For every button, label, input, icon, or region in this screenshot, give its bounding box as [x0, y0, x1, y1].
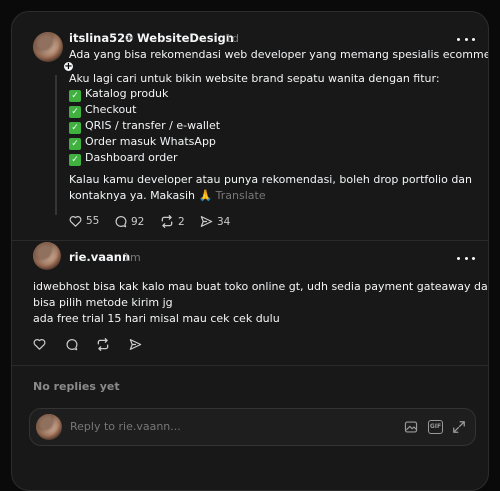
translate-link[interactable]: Translate — [216, 189, 266, 202]
check-icon: ✓ — [69, 106, 81, 118]
post-avatar[interactable] — [33, 32, 63, 62]
share-button[interactable]: 34 — [200, 215, 230, 228]
post-username[interactable]: itslina520 — [69, 31, 133, 45]
composer-avatar — [36, 414, 62, 440]
gif-label: GIF — [429, 423, 442, 430]
expand-icon[interactable] — [452, 420, 466, 434]
reply-composer[interactable]: Reply to rie.vaann... GIF — [29, 408, 476, 446]
post-outro-line1: Kalau kamu developer atau punya rekomend… — [69, 173, 473, 186]
reply-input[interactable]: Reply to rie.vaann... — [70, 420, 181, 433]
reply-username[interactable]: rie.vaann — [69, 250, 130, 264]
no-replies-label: No replies yet — [33, 380, 120, 393]
comment-button[interactable]: 92 — [114, 215, 144, 228]
feature-item: ✓ QRIS / transfer / e-wallet — [69, 118, 220, 134]
reply-repost-button[interactable] — [96, 338, 110, 351]
repost-icon — [161, 215, 173, 228]
post-community[interactable]: WebsiteDesign — [137, 31, 234, 45]
repost-button[interactable]: 2 — [160, 215, 185, 228]
post-outro-line2: kontaknya ya. Makasih 🙏 Translate — [69, 188, 266, 204]
heart-icon — [33, 339, 46, 350]
feature-item: ✓ Order masuk WhatsApp — [69, 134, 220, 150]
post-outro-text: kontaknya ya. Makasih 🙏 — [69, 189, 213, 202]
post-headline: Ada yang bisa rekomendasi web developer … — [69, 48, 489, 61]
comment-count: 92 — [131, 215, 145, 228]
thread-card: + itslina520 > WebsiteDesign 1d Ada yang… — [11, 11, 489, 491]
thread-line — [55, 75, 57, 215]
check-icon: ✓ — [69, 154, 81, 166]
share-count: 34 — [217, 215, 231, 228]
check-icon: ✓ — [69, 138, 81, 150]
like-button[interactable]: 55 — [69, 215, 99, 227]
more-icon[interactable] — [457, 36, 475, 42]
like-count: 55 — [86, 215, 100, 227]
feature-item: ✓ Checkout — [69, 102, 220, 118]
reply-comment-button[interactable] — [65, 338, 78, 351]
reply-time: 1m — [123, 251, 141, 264]
comment-icon — [115, 216, 127, 228]
reply-line2: bisa pilih metode kirim jg — [33, 296, 173, 309]
reply-like-button[interactable] — [33, 338, 46, 350]
share-icon — [129, 339, 142, 350]
heart-icon — [69, 216, 82, 227]
feature-item: ✓ Dashboard order — [69, 150, 220, 166]
gif-icon[interactable]: GIF — [428, 420, 443, 434]
reply-line3: ada free trial 15 hari misal mau cek cek… — [33, 312, 280, 325]
post-time: 1d — [225, 32, 239, 45]
reply-divider — [12, 365, 488, 366]
share-icon — [200, 216, 213, 227]
post-divider — [12, 240, 488, 241]
feature-item: ✓ Katalog produk — [69, 86, 220, 102]
reply-line1: idwebhost bisa kak kalo mau buat toko on… — [33, 280, 489, 293]
more-icon[interactable] — [457, 255, 475, 261]
image-icon[interactable] — [404, 420, 418, 434]
feature-list: ✓ Katalog produk ✓ Checkout ✓ QRIS / transf… — [69, 86, 220, 166]
reply-share-button[interactable] — [129, 338, 142, 351]
check-icon: ✓ — [69, 90, 81, 102]
comment-icon — [66, 339, 78, 351]
breadcrumb-separator: > — [125, 31, 135, 44]
repost-icon — [97, 338, 109, 351]
post-intro: Aku lagi cari untuk bikin website brand … — [69, 72, 440, 85]
repost-count: 2 — [178, 215, 185, 228]
check-icon: ✓ — [69, 122, 81, 134]
reply-avatar[interactable] — [33, 242, 61, 270]
